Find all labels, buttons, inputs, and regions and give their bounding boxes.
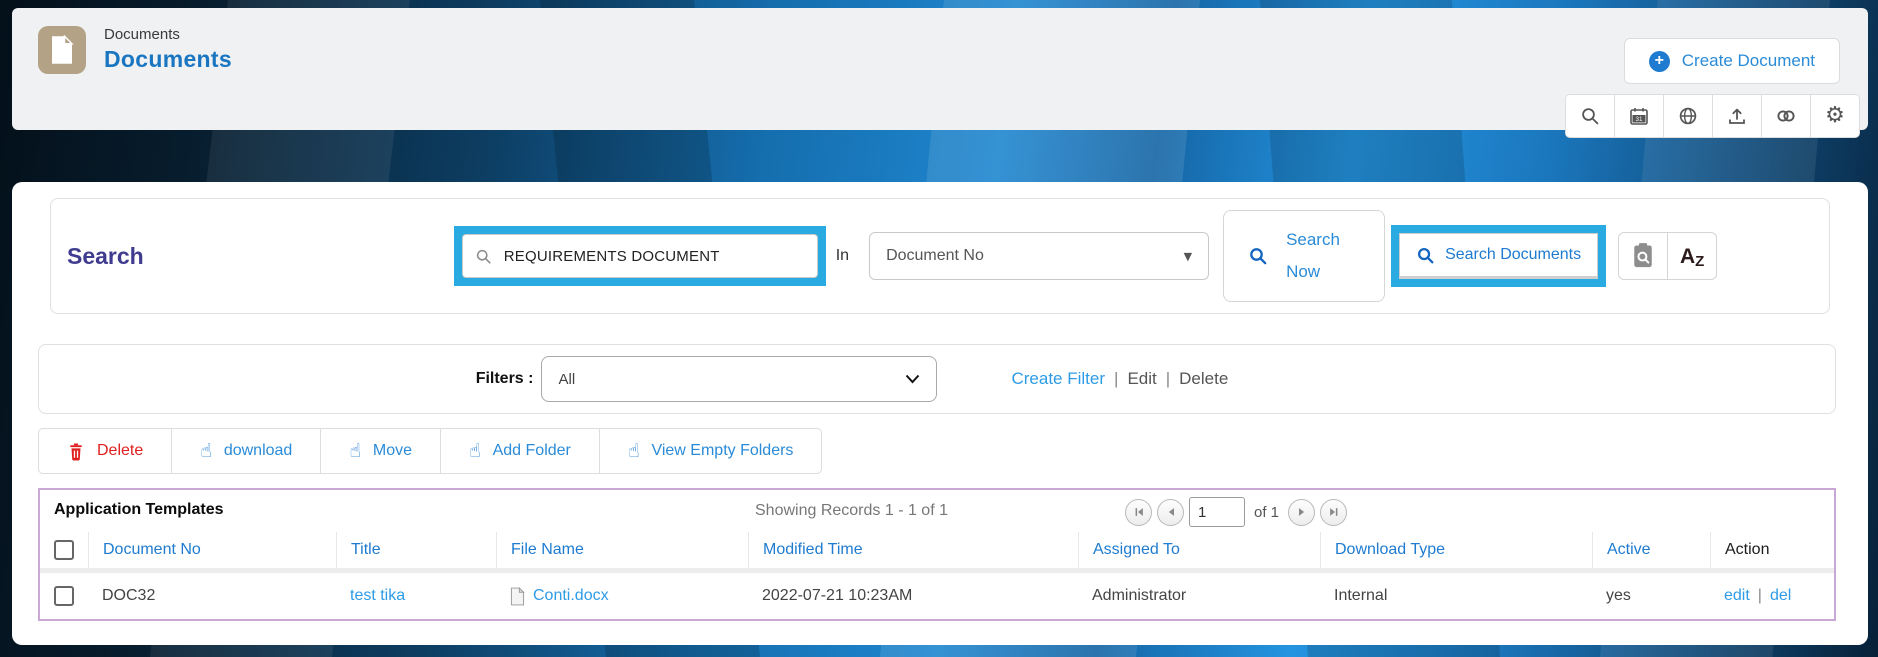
- create-document-button[interactable]: + Create Document: [1624, 38, 1840, 84]
- hand-pointer-icon: ☝: [349, 442, 361, 461]
- download-label: download: [224, 442, 293, 460]
- column-header-modified-time[interactable]: Modified Time: [748, 532, 1078, 568]
- search-panel: Search In Document No ▼ Search Now: [50, 198, 1830, 314]
- move-button[interactable]: ☝ Move: [320, 428, 441, 474]
- column-header-download-type[interactable]: Download Type: [1320, 532, 1592, 568]
- search-icon: [1416, 246, 1435, 265]
- column-header-action: Action: [1710, 532, 1834, 568]
- search-icon: [1248, 246, 1268, 266]
- cell-file-name-link[interactable]: Conti.docx: [533, 587, 609, 605]
- last-page-button[interactable]: [1320, 499, 1347, 526]
- filters-panel: Filters : All Create Filter | Edit | Del…: [38, 344, 1836, 414]
- search-documents-label: Search Documents: [1445, 246, 1581, 264]
- column-header-document-no[interactable]: Document No: [88, 532, 336, 568]
- search-heading: Search: [67, 243, 144, 270]
- search-input[interactable]: [502, 247, 805, 266]
- cell-title-link[interactable]: test tika: [350, 587, 405, 605]
- create-document-label: Create Document: [1682, 51, 1815, 71]
- delete-button[interactable]: Delete: [38, 428, 172, 474]
- add-folder-button[interactable]: ☝ Add Folder: [440, 428, 600, 474]
- header-card: Documents Documents + Create Document 31…: [12, 8, 1868, 130]
- previous-page-button[interactable]: [1157, 499, 1184, 526]
- page-title: Documents: [104, 46, 232, 73]
- separator: |: [1758, 587, 1762, 605]
- dropdown-arrow-icon: ▼: [1184, 250, 1192, 263]
- next-page-button[interactable]: [1288, 499, 1315, 526]
- search-field-select[interactable]: Document No ▼: [869, 232, 1209, 280]
- gear-icon[interactable]: ⚙: [1810, 95, 1859, 137]
- select-all-checkbox[interactable]: [54, 540, 74, 560]
- create-filter-link[interactable]: Create Filter: [1011, 369, 1105, 389]
- select-all-checkbox-cell: [40, 532, 88, 568]
- search-now-label-2: Now: [1286, 262, 1340, 282]
- delete-row-link[interactable]: del: [1770, 587, 1791, 605]
- table-top-bar: Application Templates Showing Records 1 …: [40, 490, 1834, 532]
- filters-label: Filters :: [476, 370, 534, 388]
- search-now-label-1: Search: [1286, 230, 1340, 250]
- cell-assigned-to: Administrator: [1078, 587, 1320, 605]
- chevron-down-icon: [905, 374, 920, 384]
- record-count-text: Showing Records 1 - 1 of 1: [755, 502, 948, 520]
- search-field-value: Document No: [886, 247, 984, 265]
- delete-filter-link[interactable]: Delete: [1179, 369, 1228, 389]
- documents-table: Application Templates Showing Records 1 …: [38, 488, 1836, 621]
- hand-pointer-icon: ☝: [469, 442, 481, 461]
- in-label: In: [836, 247, 849, 265]
- search-input-wrap: [462, 234, 818, 278]
- highlight-box-search-documents: Search Documents: [1391, 225, 1606, 287]
- highlight-box-search-input: [454, 226, 826, 286]
- filters-select-value: All: [558, 371, 575, 388]
- separator: |: [1114, 369, 1118, 389]
- sort-az-icon[interactable]: AZ: [1667, 232, 1717, 280]
- column-header-active[interactable]: Active: [1592, 532, 1710, 568]
- table-row: DOC32 test tika Conti.docx 2022-07-21 10…: [40, 573, 1834, 619]
- table-title: Application Templates: [54, 501, 224, 519]
- first-page-button[interactable]: [1125, 499, 1152, 526]
- cell-modified-time: 2022-07-21 10:23AM: [748, 587, 1078, 605]
- pagination: of 1: [1125, 497, 1347, 527]
- cell-download-type: Internal: [1320, 587, 1592, 605]
- separator: |: [1166, 369, 1170, 389]
- cell-document-no: DOC32: [88, 587, 336, 605]
- upload-icon[interactable]: [1712, 95, 1761, 137]
- clipboard-search-icon[interactable]: [1618, 232, 1668, 280]
- calendar-icon[interactable]: 31: [1614, 95, 1663, 137]
- search-icon: [475, 248, 492, 265]
- breadcrumb: Documents: [104, 26, 180, 43]
- header-icon-toolbar: 31 ⚙: [1565, 94, 1860, 138]
- row-checkbox-cell: [40, 586, 88, 606]
- page-number-input[interactable]: [1189, 497, 1245, 527]
- delete-label: Delete: [97, 442, 143, 460]
- search-icon[interactable]: [1566, 95, 1614, 137]
- edit-row-link[interactable]: edit: [1724, 587, 1750, 605]
- actions-row: Delete ☝ download ☝ Move ☝ Add Folder ☝ …: [38, 428, 822, 474]
- document-type-icon: [38, 26, 86, 74]
- column-header-title[interactable]: Title: [336, 532, 496, 568]
- column-header-assigned-to[interactable]: Assigned To: [1078, 532, 1320, 568]
- hand-pointer-icon: ☝: [628, 442, 640, 461]
- search-now-button[interactable]: Search Now: [1223, 210, 1385, 302]
- globe-icon[interactable]: [1663, 95, 1712, 137]
- trash-icon: [67, 442, 85, 461]
- svg-text:31: 31: [1636, 116, 1643, 123]
- table-header-row: Document No Title File Name Modified Tim…: [40, 532, 1834, 573]
- page-of-label: of 1: [1254, 504, 1279, 521]
- search-documents-button[interactable]: Search Documents: [1399, 233, 1598, 279]
- view-empty-folders-button[interactable]: ☝ View Empty Folders: [599, 428, 823, 474]
- file-icon: [510, 587, 525, 606]
- row-checkbox[interactable]: [54, 586, 74, 606]
- move-label: Move: [373, 442, 412, 460]
- add-folder-label: Add Folder: [493, 442, 571, 460]
- filters-select[interactable]: All: [541, 356, 937, 402]
- hand-pointer-icon: ☝: [200, 442, 212, 461]
- edit-filter-link[interactable]: Edit: [1127, 369, 1156, 389]
- view-empty-folders-label: View Empty Folders: [651, 442, 793, 460]
- link-icon[interactable]: [1761, 95, 1810, 137]
- cell-active: yes: [1592, 587, 1710, 605]
- download-button[interactable]: ☝ download: [171, 428, 321, 474]
- plus-circle-icon: +: [1649, 51, 1670, 72]
- content-card: Search In Document No ▼ Search Now: [12, 182, 1868, 645]
- column-header-file-name[interactable]: File Name: [496, 532, 748, 568]
